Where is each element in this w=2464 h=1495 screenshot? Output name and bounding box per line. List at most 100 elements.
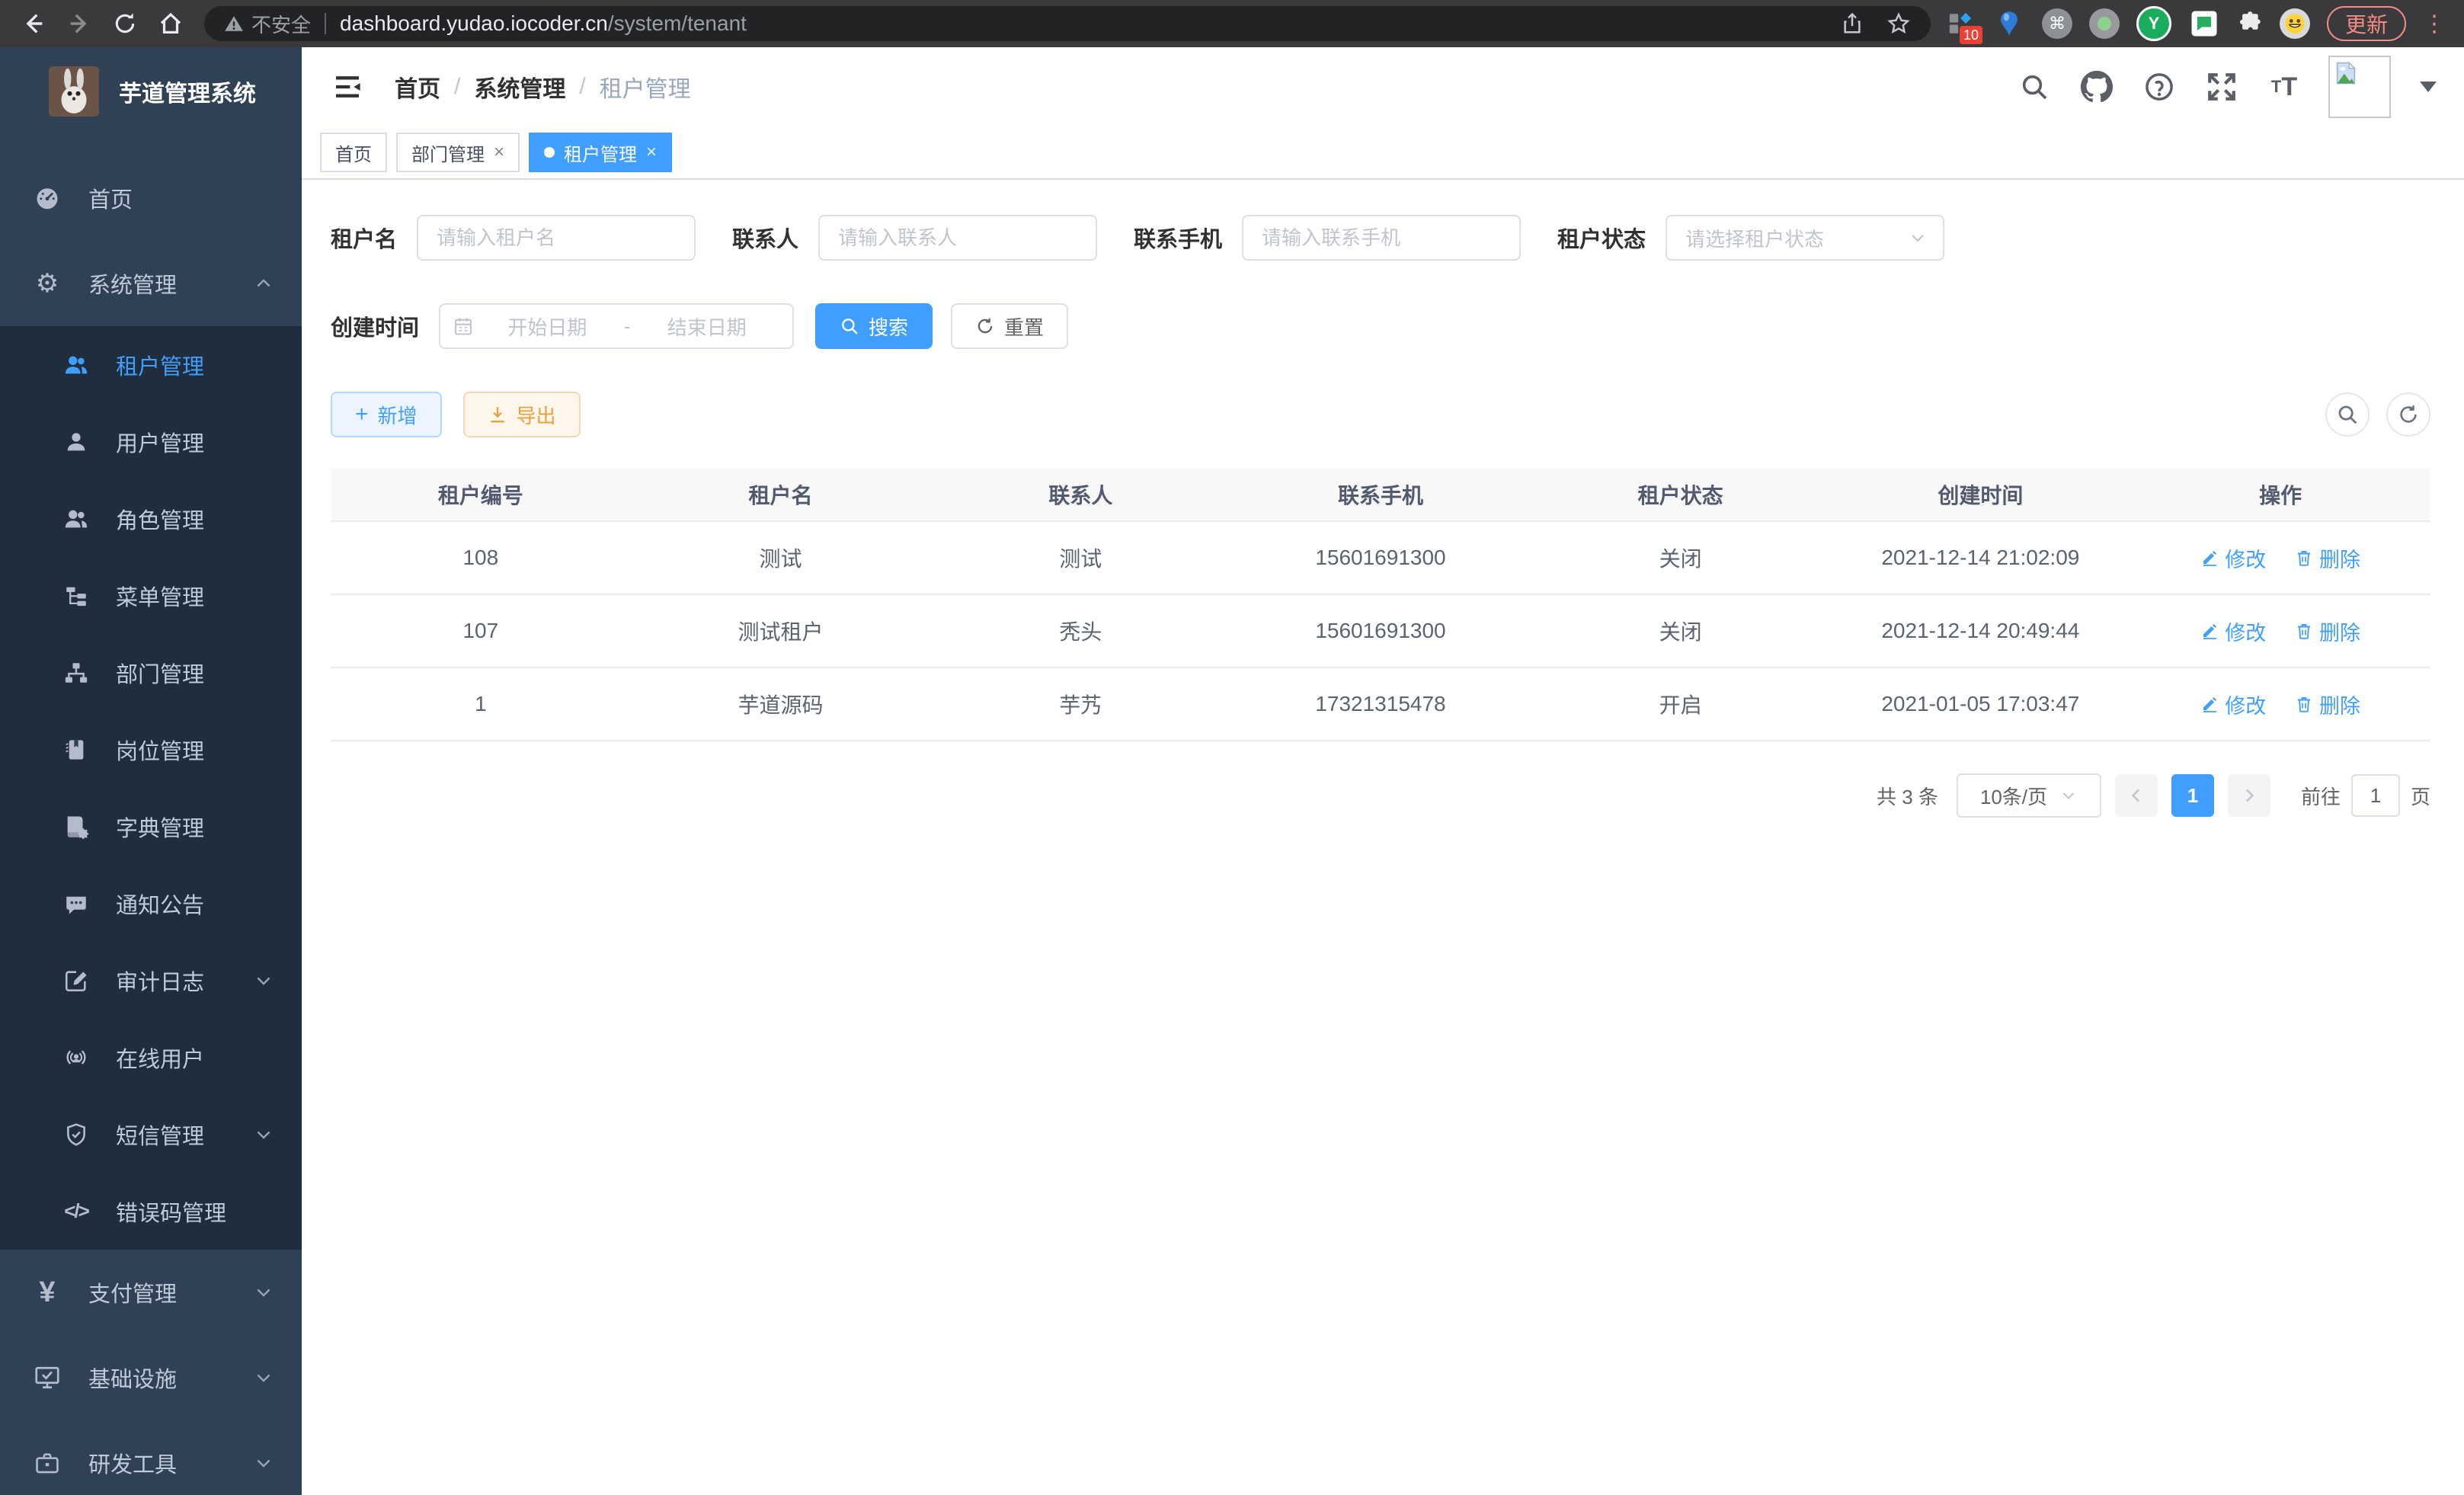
search-button[interactable]: 搜索 (815, 303, 933, 349)
help-icon[interactable] (2141, 69, 2178, 105)
bookmark-star-icon[interactable] (1886, 11, 1911, 36)
user-icon (59, 430, 93, 454)
tab-label: 首页 (335, 139, 372, 166)
cell-mobile: 15601691300 (1230, 521, 1531, 594)
breadcrumb: 首页 / 系统管理 / 租户管理 (395, 70, 691, 104)
share-icon[interactable] (1841, 12, 1864, 35)
status-select[interactable]: 请选择租户状态 (1666, 215, 1944, 261)
goto-label: 前往 (2301, 782, 2341, 810)
sidebar-item-sms[interactable]: 短信管理 (0, 1096, 302, 1173)
reset-button[interactable]: 重置 (951, 303, 1068, 349)
code-icon: </> (59, 1199, 93, 1223)
cell-mobile: 15601691300 (1230, 594, 1531, 667)
sidebar-collapse-icon[interactable] (331, 70, 367, 104)
cell-contact: 秃头 (930, 594, 1230, 667)
extension-chat-icon[interactable] (2188, 8, 2220, 40)
sidebar-item-error-code[interactable]: </> 错误码管理 (0, 1173, 302, 1250)
browser-reload-button[interactable] (105, 4, 145, 43)
browser-home-button[interactable] (151, 4, 190, 43)
col-created: 创建时间 (1831, 468, 2131, 521)
avatar-caret-icon[interactable] (2420, 82, 2437, 92)
browser-update-button[interactable]: 更新 (2327, 6, 2406, 41)
page-number-1[interactable]: 1 (2171, 774, 2214, 817)
refresh-table-button[interactable] (2386, 392, 2430, 437)
sidebar-item-label: 审计日志 (116, 965, 253, 997)
extension-y-icon[interactable]: Y (2136, 6, 2171, 41)
cell-tenant-name: 测试租户 (631, 594, 931, 667)
sidebar-item-home[interactable]: 首页 (0, 155, 302, 241)
sidebar-item-pay[interactable]: ¥ 支付管理 (0, 1250, 302, 1335)
tab-home[interactable]: 首页 (320, 133, 387, 172)
close-icon[interactable]: × (646, 142, 657, 163)
breadcrumb-system[interactable]: 系统管理 (474, 70, 565, 104)
sidebar-item-notice[interactable]: 通知公告 (0, 865, 302, 942)
mobile-input[interactable] (1242, 215, 1521, 261)
active-tab-dot (544, 147, 555, 158)
sidebar-item-label: 研发工具 (88, 1447, 253, 1479)
tab-dept[interactable]: 部门管理 × (396, 133, 520, 172)
sidebar-item-label: 租户管理 (116, 349, 274, 381)
edit-link[interactable]: 修改 (2200, 690, 2266, 719)
sidebar-item-online-users[interactable]: 在线用户 (0, 1019, 302, 1096)
header-search-icon[interactable] (2016, 69, 2053, 105)
app-title: 芋道管理系统 (119, 75, 256, 108)
sidebar-item-devtools[interactable]: 研发工具 (0, 1420, 302, 1495)
sidebar-item-menu[interactable]: 菜单管理 (0, 557, 302, 634)
goto-page-input[interactable] (2351, 774, 2400, 817)
app-logo-row[interactable]: 芋道管理系统 (0, 47, 302, 136)
github-icon[interactable] (2078, 69, 2115, 105)
sidebar-item-post[interactable]: 岗位管理 (0, 711, 302, 788)
extensions-puzzle-icon[interactable] (2237, 11, 2263, 37)
add-button[interactable]: + 新增 (331, 392, 442, 437)
edit-link[interactable]: 修改 (2200, 616, 2266, 646)
filter-row-1: 租户名 联系人 联系手机 租户状态 请选择租户状态 (331, 215, 2430, 261)
delete-link[interactable]: 删除 (2295, 543, 2360, 573)
extension-balloon-icon[interactable] (1993, 8, 2025, 40)
next-page-button[interactable] (2228, 774, 2270, 817)
extension-badge: 10 (1960, 26, 1982, 44)
edit-icon (2200, 549, 2219, 567)
calendar-icon (453, 315, 474, 337)
sidebar-item-user[interactable]: 用户管理 (0, 403, 302, 480)
tab-tenant[interactable]: 租户管理 × (529, 133, 672, 172)
screen: 不安全 dashboard.yudao.iocoder.cn/system/te… (0, 0, 2464, 1495)
contact-input[interactable] (818, 215, 1097, 261)
font-size-icon[interactable]: TT (2266, 69, 2302, 105)
fullscreen-icon[interactable] (2203, 69, 2240, 105)
browser-forward-button[interactable] (59, 4, 99, 43)
cell-status: 关闭 (1531, 594, 1831, 667)
extension-emoji-icon[interactable] (2280, 8, 2310, 39)
cell-actions: 修改 删除 (2130, 667, 2430, 741)
date-range-picker[interactable]: 开始日期 - 结束日期 (439, 303, 794, 349)
toggle-search-button[interactable] (2325, 392, 2370, 437)
prev-page-button[interactable] (2115, 774, 2158, 817)
sidebar-item-system[interactable]: ⚙ 系统管理 (0, 241, 302, 326)
export-button[interactable]: 导出 (463, 392, 581, 437)
sidebar-item-role[interactable]: 角色管理 (0, 480, 302, 557)
edit-link[interactable]: 修改 (2200, 543, 2266, 573)
cell-tenant-id: 107 (331, 594, 631, 667)
delete-link[interactable]: 删除 (2295, 616, 2360, 646)
sidebar-item-infra[interactable]: 基础设施 (0, 1335, 302, 1420)
tenant-name-input[interactable] (417, 215, 696, 261)
delete-link[interactable]: 删除 (2295, 690, 2360, 719)
filter-mobile: 联系手机 (1134, 215, 1521, 261)
extension-dot-icon[interactable] (2089, 8, 2120, 39)
sidebar-item-audit-log[interactable]: 审计日志 (0, 942, 302, 1019)
browser-menu-icon[interactable]: ⋮ (2423, 11, 2446, 37)
sidebar-item-tenant[interactable]: 租户管理 (0, 326, 302, 403)
audit-pen-icon (59, 968, 93, 994)
breadcrumb-home[interactable]: 首页 (395, 70, 440, 104)
browser-extensions-area: 10 ⌘ Y 更新 ⋮ (1944, 6, 2450, 41)
sidebar-item-dept[interactable]: 部门管理 (0, 634, 302, 711)
page-size-select[interactable]: 10条/页 (1957, 773, 2101, 818)
extension-grid-icon[interactable]: 10 (1944, 8, 1976, 40)
close-icon[interactable]: × (494, 142, 504, 163)
avatar[interactable] (2328, 56, 2391, 118)
tenant-users-icon (59, 352, 93, 378)
sidebar-item-dict[interactable]: 字典管理 (0, 788, 302, 865)
browser-back-button[interactable] (14, 4, 53, 43)
address-bar[interactable]: 不安全 dashboard.yudao.iocoder.cn/system/te… (204, 6, 1931, 41)
field-label: 租户名 (331, 222, 397, 254)
extension-command-icon[interactable]: ⌘ (2042, 8, 2072, 39)
